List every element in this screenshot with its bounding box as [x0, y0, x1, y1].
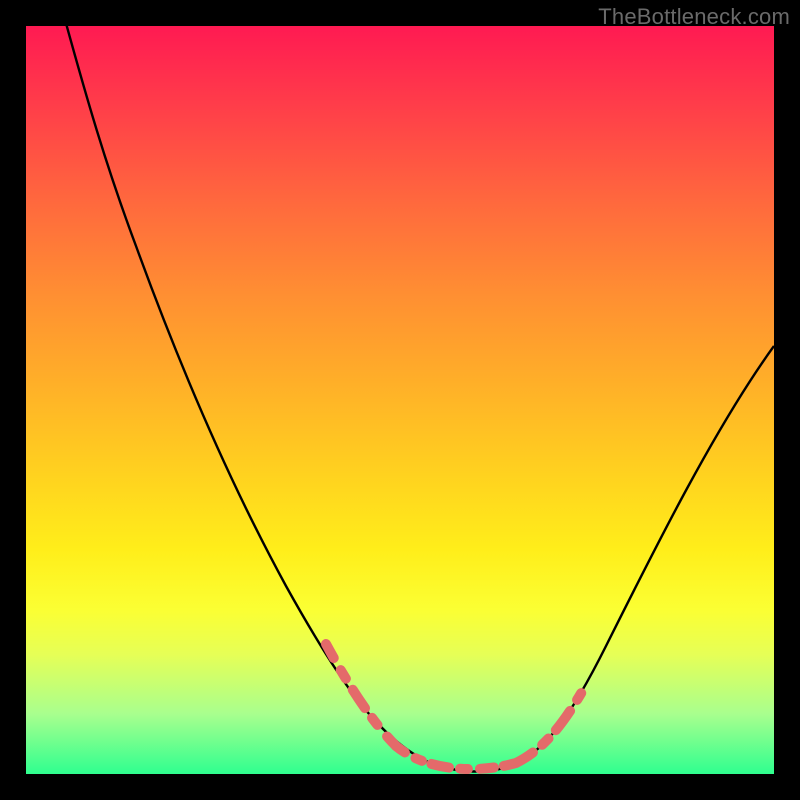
- curve-path: [64, 26, 774, 771]
- bottleneck-curve: [26, 26, 774, 774]
- watermark-text: TheBottleneck.com: [598, 4, 790, 30]
- chart-frame: TheBottleneck.com: [0, 0, 800, 800]
- plot-area: [26, 26, 774, 774]
- curve-dash-right: [516, 676, 591, 763]
- curve-dash-bottom: [396, 746, 516, 769]
